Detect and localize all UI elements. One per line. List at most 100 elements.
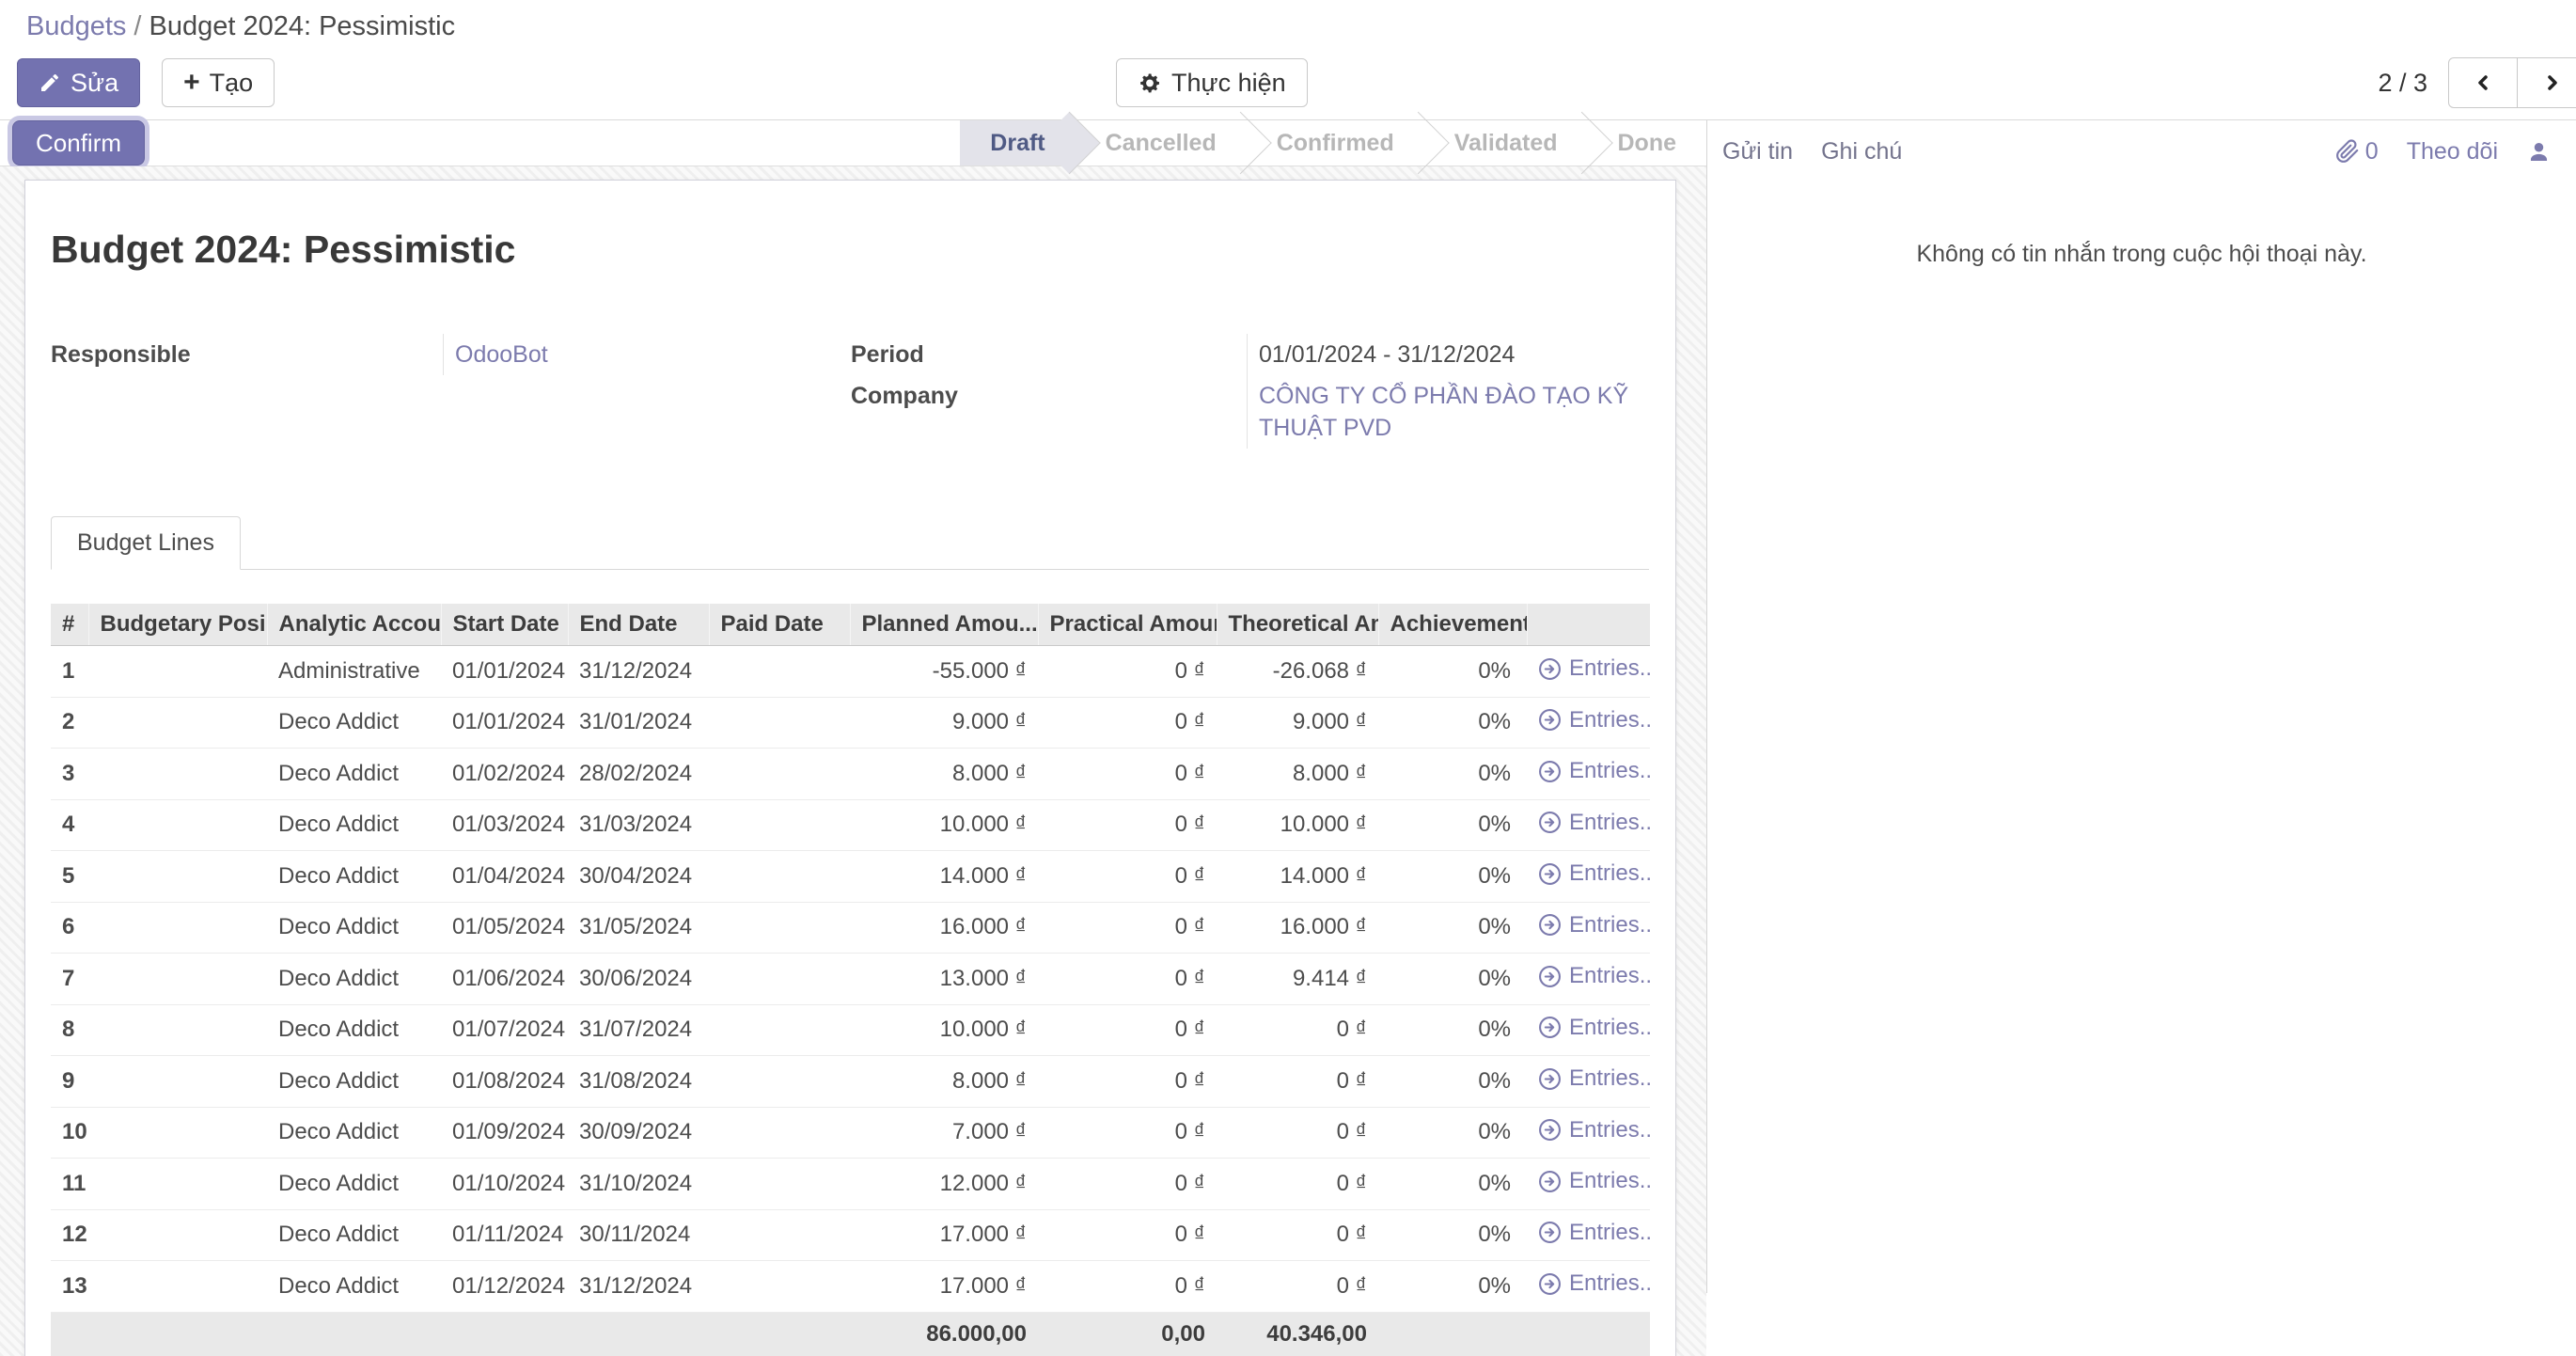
end-date-cell[interactable]: 28/02/2024	[568, 749, 709, 800]
planned-amount-cell[interactable]: 8.000 ₫	[850, 1056, 1038, 1108]
entries-link[interactable]: Entries...	[1538, 810, 1650, 836]
budgetary-position-cell[interactable]	[88, 1261, 267, 1313]
stage-confirmed[interactable]: Confirmed	[1247, 120, 1424, 166]
action-menu-button[interactable]: Thực hiện	[1116, 58, 1308, 107]
end-date-cell[interactable]: 30/06/2024	[568, 954, 709, 1005]
theoretical-amount-cell[interactable]: 9.000 ₫	[1217, 697, 1378, 749]
entries-link[interactable]: Entries...	[1538, 1220, 1650, 1246]
paid-date-cell[interactable]	[709, 1056, 850, 1108]
theoretical-amount-cell[interactable]: 16.000 ₫	[1217, 902, 1378, 954]
practical-amount-cell[interactable]: 0 ₫	[1038, 1261, 1217, 1313]
paid-date-cell[interactable]	[709, 1261, 850, 1313]
header-row-number[interactable]: #	[51, 604, 88, 646]
table-row[interactable]: 4 Deco Addict 01/03/2024 31/03/2024 10.0…	[51, 799, 1650, 851]
theoretical-amount-cell[interactable]: 0 ₫	[1217, 1056, 1378, 1108]
planned-amount-cell[interactable]: 7.000 ₫	[850, 1107, 1038, 1159]
planned-amount-cell[interactable]: 17.000 ₫	[850, 1261, 1038, 1313]
table-row[interactable]: 11 Deco Addict 01/10/2024 31/10/2024 12.…	[51, 1159, 1650, 1210]
table-row[interactable]: 1 Administrative 01/01/2024 31/12/2024 -…	[51, 646, 1650, 698]
theoretical-amount-cell[interactable]: 0 ₫	[1217, 1004, 1378, 1056]
theoretical-amount-cell[interactable]: 0 ₫	[1217, 1261, 1378, 1313]
planned-amount-cell[interactable]: 8.000 ₫	[850, 749, 1038, 800]
table-row[interactable]: 5 Deco Addict 01/04/2024 30/04/2024 14.0…	[51, 851, 1650, 903]
attachments-button[interactable]: 0	[2335, 138, 2379, 166]
analytic-account-cell[interactable]: Deco Addict	[267, 1209, 441, 1261]
analytic-account-cell[interactable]: Deco Addict	[267, 1159, 441, 1210]
paid-date-cell[interactable]	[709, 1159, 850, 1210]
table-row[interactable]: 8 Deco Addict 01/07/2024 31/07/2024 10.0…	[51, 1004, 1650, 1056]
budgetary-position-cell[interactable]	[88, 954, 267, 1005]
entries-link[interactable]: Entries...	[1538, 707, 1650, 733]
practical-amount-cell[interactable]: 0 ₫	[1038, 954, 1217, 1005]
practical-amount-cell[interactable]: 0 ₫	[1038, 1107, 1217, 1159]
theoretical-amount-cell[interactable]: 8.000 ₫	[1217, 749, 1378, 800]
send-message-button[interactable]: Gửi tin	[1722, 138, 1793, 166]
budgetary-position-cell[interactable]	[88, 749, 267, 800]
analytic-account-cell[interactable]: Deco Addict	[267, 1107, 441, 1159]
practical-amount-cell[interactable]: 0 ₫	[1038, 646, 1217, 698]
practical-amount-cell[interactable]: 0 ₫	[1038, 697, 1217, 749]
company-value-link[interactable]: CÔNG TY CỔ PHẦN ĐÀO TẠO KỸ THUẬT PVD	[1259, 383, 1628, 441]
start-date-cell[interactable]: 01/05/2024	[441, 902, 568, 954]
practical-amount-cell[interactable]: 0 ₫	[1038, 799, 1217, 851]
planned-amount-cell[interactable]: 12.000 ₫	[850, 1159, 1038, 1210]
practical-amount-cell[interactable]: 0 ₫	[1038, 851, 1217, 903]
header-budgetary-position[interactable]: Budgetary Posi...	[88, 604, 267, 646]
analytic-account-cell[interactable]: Administrative	[267, 646, 441, 698]
start-date-cell[interactable]: 01/04/2024	[441, 851, 568, 903]
header-practical-amount[interactable]: Practical Amount	[1038, 604, 1217, 646]
end-date-cell[interactable]: 31/12/2024	[568, 1261, 709, 1313]
header-analytic-account[interactable]: Analytic Accou...	[267, 604, 441, 646]
budgetary-position-cell[interactable]	[88, 1056, 267, 1108]
analytic-account-cell[interactable]: Deco Addict	[267, 1261, 441, 1313]
table-row[interactable]: 7 Deco Addict 01/06/2024 30/06/2024 13.0…	[51, 954, 1650, 1005]
theoretical-amount-cell[interactable]: 14.000 ₫	[1217, 851, 1378, 903]
analytic-account-cell[interactable]: Deco Addict	[267, 902, 441, 954]
entries-link[interactable]: Entries...	[1538, 963, 1650, 989]
practical-amount-cell[interactable]: 0 ₫	[1038, 1159, 1217, 1210]
theoretical-amount-cell[interactable]: 0 ₫	[1217, 1209, 1378, 1261]
pager-previous-button[interactable]	[2448, 57, 2518, 108]
start-date-cell[interactable]: 01/06/2024	[441, 954, 568, 1005]
end-date-cell[interactable]: 31/10/2024	[568, 1159, 709, 1210]
paid-date-cell[interactable]	[709, 646, 850, 698]
header-paid-date[interactable]: Paid Date	[709, 604, 850, 646]
start-date-cell[interactable]: 01/11/2024	[441, 1209, 568, 1261]
planned-amount-cell[interactable]: 17.000 ₫	[850, 1209, 1038, 1261]
responsible-value-link[interactable]: OdooBot	[455, 341, 548, 368]
end-date-cell[interactable]: 30/09/2024	[568, 1107, 709, 1159]
stage-cancelled[interactable]: Cancelled	[1076, 120, 1247, 166]
paid-date-cell[interactable]	[709, 954, 850, 1005]
start-date-cell[interactable]: 01/10/2024	[441, 1159, 568, 1210]
stage-draft[interactable]: Draft	[960, 120, 1075, 166]
edit-button[interactable]: Sửa	[17, 58, 140, 107]
create-button[interactable]: + Tạo	[162, 58, 275, 107]
entries-link[interactable]: Entries...	[1538, 758, 1650, 784]
entries-link[interactable]: Entries...	[1538, 1270, 1650, 1297]
table-row[interactable]: 9 Deco Addict 01/08/2024 31/08/2024 8.00…	[51, 1056, 1650, 1108]
paid-date-cell[interactable]	[709, 749, 850, 800]
analytic-account-cell[interactable]: Deco Addict	[267, 954, 441, 1005]
header-start-date[interactable]: Start Date	[441, 604, 568, 646]
budgetary-position-cell[interactable]	[88, 1107, 267, 1159]
start-date-cell[interactable]: 01/03/2024	[441, 799, 568, 851]
table-row[interactable]: 10 Deco Addict 01/09/2024 30/09/2024 7.0…	[51, 1107, 1650, 1159]
start-date-cell[interactable]: 01/12/2024	[441, 1261, 568, 1313]
entries-link[interactable]: Entries...	[1538, 655, 1650, 682]
end-date-cell[interactable]: 30/04/2024	[568, 851, 709, 903]
header-achievement[interactable]: Achievement	[1378, 604, 1527, 646]
start-date-cell[interactable]: 01/02/2024	[441, 749, 568, 800]
follow-button[interactable]: Theo dõi	[2407, 138, 2498, 166]
start-date-cell[interactable]: 01/09/2024	[441, 1107, 568, 1159]
budgetary-position-cell[interactable]	[88, 851, 267, 903]
paid-date-cell[interactable]	[709, 851, 850, 903]
practical-amount-cell[interactable]: 0 ₫	[1038, 1004, 1217, 1056]
practical-amount-cell[interactable]: 0 ₫	[1038, 1056, 1217, 1108]
planned-amount-cell[interactable]: 14.000 ₫	[850, 851, 1038, 903]
planned-amount-cell[interactable]: 10.000 ₫	[850, 1004, 1038, 1056]
analytic-account-cell[interactable]: Deco Addict	[267, 697, 441, 749]
header-planned-amount[interactable]: Planned Amou...	[850, 604, 1038, 646]
budgetary-position-cell[interactable]	[88, 1159, 267, 1210]
end-date-cell[interactable]: 31/07/2024	[568, 1004, 709, 1056]
table-row[interactable]: 3 Deco Addict 01/02/2024 28/02/2024 8.00…	[51, 749, 1650, 800]
